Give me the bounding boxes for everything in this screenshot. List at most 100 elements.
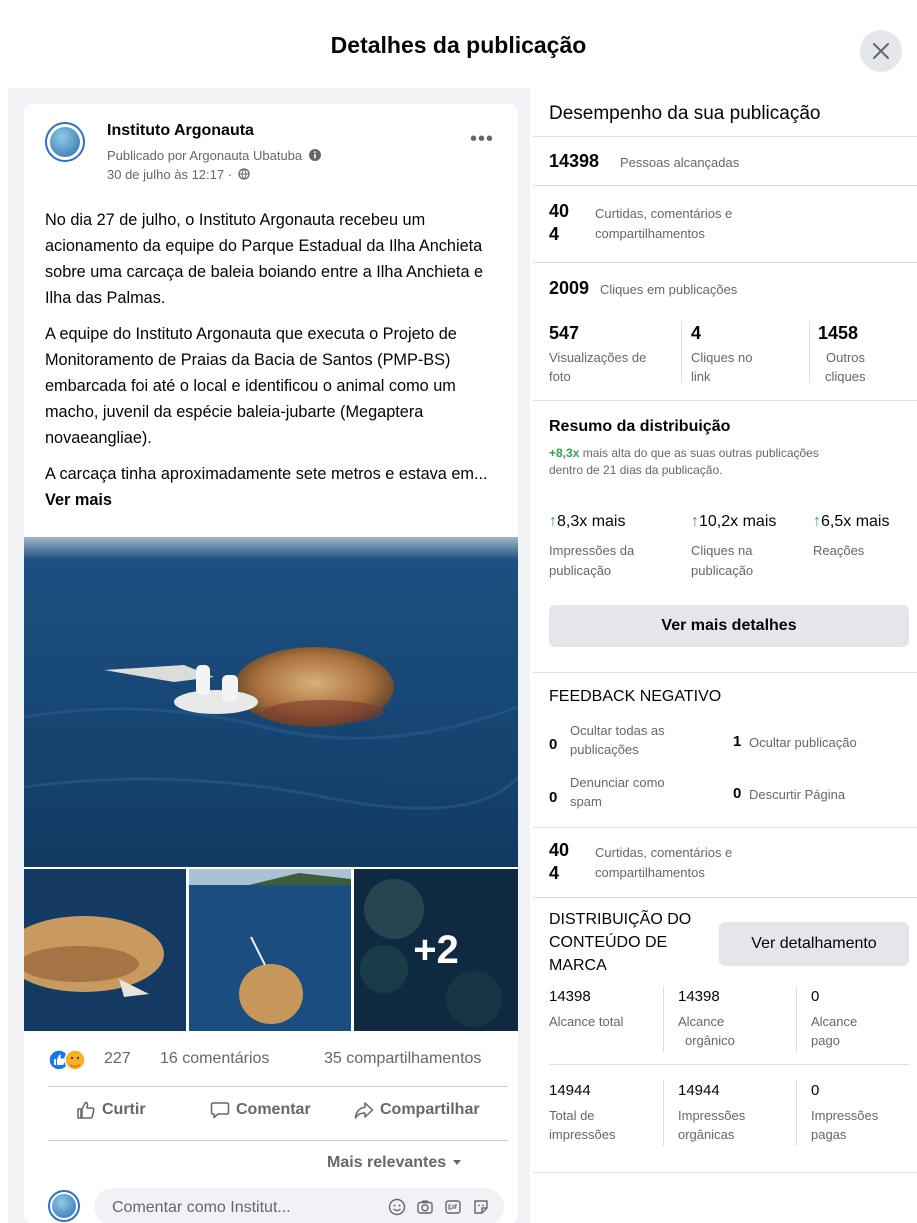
- branded-title-line: DISTRIBUIÇÃO DO: [549, 911, 692, 928]
- organic-impressions-label: Impressões: [678, 1108, 746, 1123]
- link-clicks-label: Cliques no: [691, 350, 753, 365]
- up-arrow-icon: ↑: [691, 513, 699, 530]
- post-date: 30 de julho às 12:17 ·: [107, 167, 250, 182]
- total-impressions-label: impressões: [549, 1127, 616, 1142]
- comment-bubble-icon: [210, 1102, 230, 1119]
- published-by-text[interactable]: Publicado por Argonauta Ubatuba: [107, 148, 302, 163]
- share-button[interactable]: Compartilhar: [354, 1100, 480, 1120]
- comment-input[interactable]: Comentar como Institut...: [94, 1188, 504, 1223]
- paid-impressions-value: 0: [811, 1082, 820, 1099]
- negative-feedback-section: FEEDBACK NEGATIVO 0 Ocultar todas as pub…: [533, 673, 917, 828]
- column-divider: [796, 986, 797, 1052]
- share-arrow-icon: [354, 1102, 374, 1119]
- info-icon: [308, 149, 321, 161]
- clicks-label: Cliques em publicações: [600, 282, 738, 297]
- post-paragraph: No dia 27 de julho, o Instituto Argonaut…: [45, 211, 484, 307]
- up-arrow-icon: ↑: [549, 513, 557, 530]
- published-by: Publicado por Argonauta Ubatuba: [107, 148, 321, 163]
- post-paragraph-last: A carcaça tinha aproximadamente sete met…: [45, 461, 505, 513]
- photo-thumbnail[interactable]: [189, 869, 351, 1031]
- camera-icon[interactable]: [416, 1198, 434, 1216]
- dialog-header: Detalhes da publicação: [0, 0, 917, 90]
- shares-count[interactable]: 35 compartilhamentos: [324, 1050, 481, 1068]
- distribution-summary-section: Resumo da distribuição +8,3x mais alta d…: [533, 401, 917, 673]
- dialog-title: Detalhes da publicação: [330, 32, 587, 58]
- comments-count[interactable]: 16 comentários: [160, 1050, 269, 1068]
- column-divider: [663, 1080, 664, 1146]
- hide-all-label: Ocultar todas as: [570, 723, 665, 738]
- reaction-icons[interactable]: [48, 1049, 88, 1071]
- engagement-repeat-section: 40 4 Curtidas, comentários e compartilha…: [533, 828, 917, 898]
- total-impressions-value: 14944: [549, 1082, 591, 1099]
- like-button[interactable]: Curtir: [76, 1100, 146, 1120]
- clicks-metric: ↑10,2x mais: [691, 513, 776, 531]
- reactions-count[interactable]: 227: [104, 1050, 131, 1068]
- caret-down-icon: [453, 1160, 462, 1165]
- globe-icon: [238, 168, 250, 180]
- post-date-text[interactable]: 30 de julho às 12:17 ·: [107, 167, 232, 182]
- commenter-avatar: [48, 1190, 80, 1222]
- spam-report-value: 0: [549, 789, 558, 806]
- engagement-value: 4: [549, 863, 560, 883]
- see-more-link[interactable]: Ver mais: [45, 491, 112, 509]
- total-reach-label: Alcance total: [549, 1014, 624, 1029]
- post-clicks-label: publicação: [691, 563, 754, 578]
- engagement-value: 4: [549, 224, 560, 244]
- share-label: Compartilhar: [380, 1101, 480, 1118]
- comment-label: Comentar: [236, 1101, 311, 1118]
- performance-header: Desempenho da sua publicação: [533, 88, 917, 137]
- up-arrow-icon: ↑: [813, 513, 821, 530]
- more-options-icon[interactable]: •••: [470, 128, 494, 151]
- comment-button[interactable]: Comentar: [210, 1100, 311, 1120]
- post-clicks-value: 10,2x mais: [699, 513, 777, 530]
- photo-thumbnails: +2: [24, 869, 518, 1031]
- see-more-details-button[interactable]: Ver mais detalhes: [549, 605, 909, 647]
- total-impressions-label: Total de: [549, 1108, 595, 1123]
- main-photo[interactable]: [24, 537, 518, 867]
- comment-placeholder: Comentar como Institut...: [112, 1199, 291, 1216]
- hide-all-value: 0: [549, 736, 558, 753]
- comment-sort-dropdown[interactable]: Mais relevantes: [327, 1154, 462, 1172]
- negative-feedback-title: FEEDBACK NEGATIVO: [549, 688, 722, 705]
- hide-post-label: Ocultar publicação: [749, 735, 857, 750]
- post-clicks-label: Cliques na: [691, 543, 753, 558]
- paid-impressions-label: pagas: [811, 1127, 847, 1142]
- hide-all-label: publicações: [570, 742, 639, 757]
- engagement-value: 40: [549, 840, 570, 860]
- page-avatar[interactable]: [45, 122, 85, 162]
- distribution-highlight: +8,3x: [549, 446, 580, 460]
- impressions-label: publicação: [549, 563, 612, 578]
- gif-icon[interactable]: [444, 1198, 462, 1216]
- close-button[interactable]: [860, 30, 902, 72]
- spam-report-label: Denunciar como: [570, 775, 665, 790]
- paid-reach-value: 0: [811, 988, 820, 1005]
- reactions-metric-value: 6,5x mais: [821, 513, 890, 530]
- clicks-section: 2009 Cliques em publicações 547 Visualiz…: [533, 263, 917, 401]
- branded-title-line: CONTEÚDO DE: [549, 934, 668, 951]
- like-label: Curtir: [102, 1101, 146, 1118]
- column-divider: [681, 321, 682, 383]
- sticker-icon[interactable]: [472, 1198, 490, 1216]
- photo-thumbnail[interactable]: [24, 869, 186, 1031]
- column-divider: [796, 1080, 797, 1146]
- sort-label: Mais relevantes: [327, 1154, 447, 1171]
- see-breakdown-button[interactable]: Ver detalhamento: [719, 922, 909, 966]
- impressions-metric: ↑8,3x mais: [549, 513, 625, 531]
- post-card: Instituto Argonauta Publicado por Argona…: [24, 104, 518, 1223]
- page-name[interactable]: Instituto Argonauta: [107, 122, 254, 140]
- reach-section: 14398 Pessoas alcançadas: [533, 137, 917, 186]
- clicks-value: 2009: [549, 278, 590, 298]
- impressions-label: Impressões da: [549, 543, 635, 558]
- photo-thumbnail-more[interactable]: +2: [354, 869, 518, 1031]
- divider: [48, 1140, 508, 1141]
- care-reaction-icon: [64, 1049, 86, 1071]
- column-divider: [663, 986, 664, 1052]
- distribution-text: +8,3x mais alta do que as suas outras pu…: [549, 445, 909, 479]
- reactions-metric-label: Reações: [813, 543, 865, 558]
- post-paragraph-text: A carcaça tinha aproximadamente sete met…: [45, 465, 488, 483]
- post-paragraph: A equipe do Instituto Argonauta que exec…: [45, 325, 457, 447]
- emoji-icon[interactable]: [388, 1198, 406, 1216]
- thumbs-up-icon: [77, 1101, 95, 1119]
- organic-impressions-label: orgânicas: [678, 1127, 735, 1142]
- engagement-section: 40 4 Curtidas, comentários e compartilha…: [533, 186, 917, 263]
